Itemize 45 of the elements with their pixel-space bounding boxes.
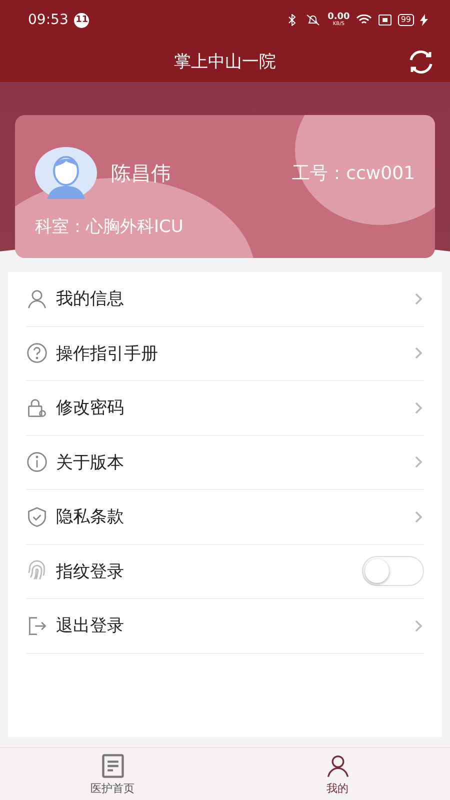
menu-label: 隐私条款 bbox=[56, 506, 124, 528]
app-title: 掌上中山一院 bbox=[174, 50, 276, 72]
menu-item[interactable]: 指纹登录 bbox=[26, 544, 424, 599]
screen-cast-icon bbox=[378, 14, 392, 26]
menu-label: 操作指引手册 bbox=[56, 342, 158, 365]
menu-label: 指纹登录 bbox=[56, 560, 124, 583]
menu-label: 我的信息 bbox=[56, 288, 124, 310]
help-icon bbox=[26, 342, 48, 364]
net-speed: 0.00 bbox=[328, 13, 350, 22]
menu-item[interactable]: 隐私条款 bbox=[26, 490, 424, 544]
menu-item[interactable]: 退出登录 bbox=[26, 599, 424, 654]
status-time: 09:53 bbox=[28, 12, 68, 28]
bluetooth-icon bbox=[286, 14, 298, 26]
department: 科室：心胸外科ICU bbox=[35, 216, 184, 238]
chevron-right-icon bbox=[414, 400, 424, 415]
avatar-icon bbox=[35, 147, 97, 199]
chevron-right-icon bbox=[414, 618, 424, 633]
document-icon bbox=[100, 752, 126, 778]
shield-check-icon bbox=[26, 506, 48, 528]
menu-label: 修改密码 bbox=[56, 397, 124, 420]
menu-item[interactable]: 修改密码 bbox=[26, 381, 424, 436]
menu-item[interactable]: 关于版本 bbox=[26, 436, 424, 490]
toggle-switch[interactable] bbox=[362, 556, 424, 586]
person-icon bbox=[26, 288, 48, 310]
menu-item[interactable]: 操作指引手册 bbox=[26, 326, 424, 381]
nav-tab[interactable]: 医护首页 bbox=[0, 748, 225, 800]
charging-icon bbox=[420, 14, 428, 26]
chevron-right-icon bbox=[414, 455, 424, 470]
employee-id: 工号：ccw001 bbox=[292, 162, 415, 185]
battery-level: 99 bbox=[398, 14, 414, 26]
lock-icon bbox=[26, 396, 48, 419]
chevron-right-icon bbox=[414, 510, 424, 524]
nav-tab[interactable]: 我的 bbox=[225, 748, 450, 800]
notification-badge: 11 bbox=[74, 12, 90, 28]
wifi-icon bbox=[356, 14, 372, 26]
menu-label: 关于版本 bbox=[56, 452, 124, 474]
person-icon bbox=[324, 752, 350, 778]
chevron-right-icon bbox=[414, 346, 424, 360]
info-icon bbox=[26, 451, 48, 474]
user-name: 陈昌伟 bbox=[111, 160, 171, 186]
chevron-right-icon bbox=[414, 292, 424, 306]
logout-icon bbox=[26, 614, 48, 637]
menu-label: 退出登录 bbox=[56, 615, 124, 638]
menu-item[interactable]: 我的信息 bbox=[26, 272, 424, 326]
fingerprint-icon bbox=[26, 560, 48, 582]
